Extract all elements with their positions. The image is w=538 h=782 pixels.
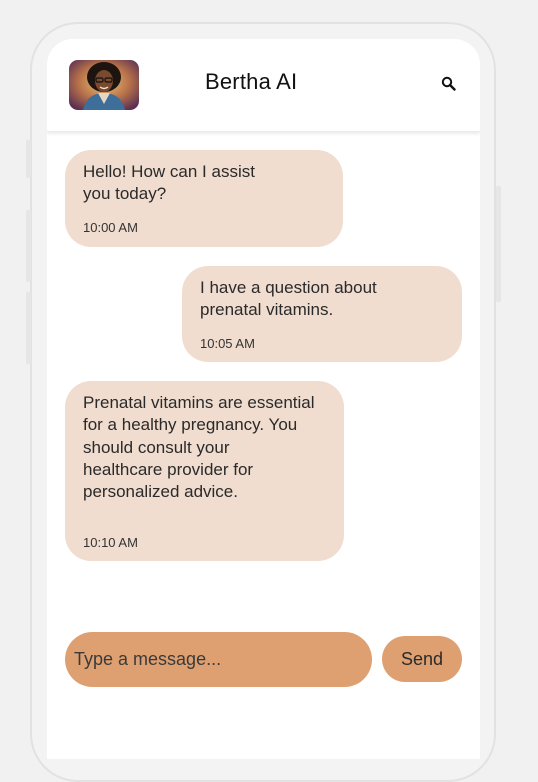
phone-side-button <box>26 140 31 178</box>
message-text: I have a question about prenatal vitamin… <box>200 278 377 320</box>
phone-volume-up-button <box>26 210 31 282</box>
message-timestamp: 10:00 AM <box>83 220 138 235</box>
send-button[interactable]: Send <box>382 636 462 682</box>
chat-title: Bertha AI <box>205 69 298 94</box>
chat-screen: Bertha AI Hello! How can I assist you to… <box>47 39 480 759</box>
assistant-avatar[interactable] <box>69 60 139 110</box>
message-bubble-assistant: Prenatal vitamins are essential for a he… <box>65 381 344 561</box>
message-text: Prenatal vitamins are essential for a he… <box>83 393 315 502</box>
message-input[interactable] <box>74 632 359 687</box>
search-icon[interactable] <box>440 75 458 93</box>
message-text: Hello! How can I assist you today? <box>83 162 255 204</box>
assistant-portrait-icon <box>69 60 139 110</box>
message-bubble-user: I have a question about prenatal vitamin… <box>182 266 462 362</box>
message-input-container <box>65 632 372 687</box>
phone-volume-down-button <box>26 292 31 364</box>
chat-header: Bertha AI <box>47 39 480 132</box>
message-bubble-assistant: Hello! How can I assist you today? 10:00… <box>65 150 343 247</box>
phone-power-button <box>496 186 501 302</box>
message-timestamp: 10:05 AM <box>200 336 255 351</box>
message-timestamp: 10:10 AM <box>83 535 138 550</box>
